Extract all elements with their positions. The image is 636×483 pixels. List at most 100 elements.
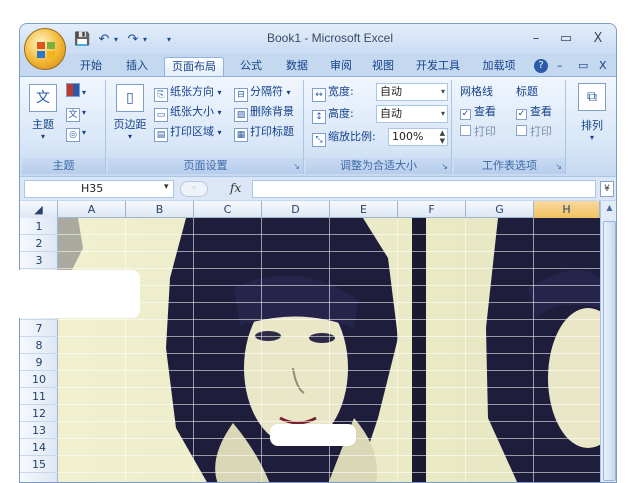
arrange-button[interactable]: ⧉ 排列 ▾ — [572, 83, 612, 142]
breaks-button[interactable]: ⊟ 分隔符 ▾ — [234, 83, 291, 102]
column-header-c[interactable]: C — [194, 201, 262, 218]
ribbon-tabs: 开始 插入 页面布局 公式 数据 审阅 视图 开发工具 加载项 ? – ▭ X — [20, 54, 616, 76]
row-header[interactable]: 15 — [20, 456, 58, 473]
row-header[interactable]: 2 — [20, 235, 58, 252]
tab-view[interactable]: 视图 — [364, 57, 402, 76]
width-select[interactable]: 自动 ▾ — [376, 83, 448, 101]
row-header[interactable]: 8 — [20, 337, 58, 354]
print-area-icon: ▤ — [154, 128, 168, 142]
themes-group: 文 主题 ▾ ▾ 文 ▾ ◎ ▾ 主题 — [22, 80, 106, 174]
undo-icon[interactable]: ↶ — [96, 32, 112, 48]
tab-home[interactable]: 开始 — [72, 57, 110, 76]
tab-data[interactable]: 数据 — [278, 57, 316, 76]
chevron-down-icon: ▾ — [40, 132, 45, 141]
undo-dropdown-icon[interactable]: ▾ — [114, 32, 118, 48]
themes-button[interactable]: 文 主题 ▾ — [28, 84, 58, 141]
row-header[interactable]: 13 — [20, 422, 58, 439]
vertical-scrollbar[interactable]: ▲ — [600, 201, 616, 482]
save-icon[interactable]: 💾 — [74, 32, 90, 48]
row-header[interactable]: 11 — [20, 388, 58, 405]
tab-formulas[interactable]: 公式 — [232, 57, 270, 76]
background-icon: ▨ — [234, 108, 248, 122]
margins-icon: ▯ — [116, 84, 144, 112]
height-icon: ↕ — [312, 110, 326, 124]
row-header[interactable]: 1 — [20, 218, 58, 235]
title-bar: 💾 ↶ ▾ ↷ ▾ ▾ Book1 - Microsoft Excel – ▭ … — [20, 24, 616, 54]
column-header-a[interactable]: A — [58, 201, 126, 218]
select-all-corner[interactable]: ◢ — [20, 201, 58, 218]
column-header-e[interactable]: E — [330, 201, 398, 218]
page-setup-group-label: 页面设置 — [108, 158, 303, 174]
background-button[interactable]: ▨ 删除背景 — [234, 103, 294, 122]
ribbon-restore-button[interactable]: ▭ — [578, 59, 588, 72]
column-header-d[interactable]: D — [262, 201, 330, 218]
page-setup-group: ▯ 页边距 ▾ ⎘ 纸张方向 ▾ ▭ 纸张大小 ▾ ▤ 打印区域 ▾ ⊟ 分隔符 ▾ ▨… — [108, 80, 304, 174]
column-header-b[interactable]: B — [126, 201, 194, 218]
help-icon[interactable]: ? — [534, 59, 548, 73]
scale-to-fit-launcher-icon[interactable]: ↘ — [441, 162, 448, 171]
scale-input[interactable]: 100% ▲ ▼ — [388, 128, 448, 146]
theme-effects-button[interactable]: ◎ ▾ — [66, 123, 86, 142]
close-button[interactable]: X — [588, 30, 608, 48]
office-button[interactable] — [24, 28, 66, 70]
gridlines-heading: 网格线 — [460, 85, 493, 98]
minimize-button[interactable]: – — [526, 30, 546, 48]
redo-icon[interactable]: ↷ — [125, 32, 141, 48]
tab-insert[interactable]: 插入 — [118, 57, 156, 76]
column-header-h[interactable]: H — [534, 201, 600, 218]
tab-review[interactable]: 审阅 — [322, 57, 360, 76]
row-header[interactable]: 3 — [20, 252, 58, 269]
tab-page-layout[interactable]: 页面布局 — [164, 57, 224, 76]
formula-input[interactable] — [252, 180, 596, 198]
name-box-dropdown-icon[interactable]: ▾ — [164, 182, 169, 192]
ribbon-close-button[interactable]: X — [599, 59, 607, 72]
ribbon-minimize-button[interactable]: – — [557, 59, 563, 72]
page-setup-launcher-icon[interactable]: ↘ — [293, 162, 300, 171]
row-header[interactable]: 12 — [20, 405, 58, 422]
gridlines-print-checkbox[interactable]: 打印 — [460, 123, 496, 141]
formula-bar: H35 ▾ ◦ fx ¥ — [20, 176, 616, 200]
fx-icon[interactable]: fx — [230, 181, 241, 195]
print-titles-icon: ▦ — [234, 128, 248, 142]
print-area-button[interactable]: ▤ 打印区域 ▾ — [154, 123, 222, 142]
headings-print-checkbox[interactable]: 打印 — [516, 123, 552, 141]
tab-add-ins[interactable]: 加载项 — [474, 57, 524, 76]
row-header[interactable]: 7 — [20, 320, 58, 337]
orientation-icon: ⎘ — [154, 88, 168, 102]
scroll-up-icon[interactable]: ▲ — [603, 203, 616, 217]
breaks-icon: ⊟ — [234, 88, 248, 102]
redo-dropdown-icon[interactable]: ▾ — [143, 32, 147, 48]
print-titles-button[interactable]: ▦ 打印标题 — [234, 123, 294, 142]
row-header[interactable]: 14 — [20, 439, 58, 456]
scale-icon: ⤡ — [312, 133, 326, 147]
scrollbar-thumb[interactable] — [603, 221, 616, 481]
chevron-down-icon: ▾ — [127, 132, 132, 141]
checkbox-unchecked-icon — [516, 125, 527, 136]
tab-developer[interactable]: 开发工具 — [408, 57, 468, 76]
name-box[interactable]: H35 — [24, 180, 174, 198]
orientation-button[interactable]: ⎘ 纸张方向 ▾ — [154, 83, 222, 102]
spinner-icon: ▲ ▼ — [439, 129, 445, 145]
height-select[interactable]: 自动 ▾ — [376, 105, 448, 123]
customize-quick-access-icon[interactable]: ▾ — [167, 32, 171, 48]
themes-group-label: 主题 — [22, 158, 105, 174]
maximize-button[interactable]: ▭ — [556, 30, 576, 48]
row-header[interactable]: 9 — [20, 354, 58, 371]
headings-view-checkbox[interactable]: ✓ 查看 — [516, 103, 552, 121]
row-header[interactable]: 10 — [20, 371, 58, 388]
theme-colors-button[interactable]: ▾ — [66, 83, 86, 101]
window-title: Book1 - Microsoft Excel — [266, 31, 394, 45]
theme-fonts-button[interactable]: 文 ▾ — [66, 103, 86, 122]
formula-bar-expand-icon[interactable]: ◦ — [180, 181, 208, 197]
formula-bar-collapse-icon[interactable]: ¥ — [600, 181, 614, 197]
gridlines-view-checkbox[interactable]: ✓ 查看 — [460, 103, 496, 121]
width-label: ↔ 宽度: — [312, 83, 354, 102]
column-header-g[interactable]: G — [466, 201, 534, 218]
sheet-options-launcher-icon[interactable]: ↘ — [555, 162, 562, 171]
margins-label: 页边距 — [113, 118, 147, 131]
scale-label: ⤡ 缩放比例: — [312, 128, 376, 147]
margins-button[interactable]: ▯ 页边距 ▾ — [112, 84, 148, 141]
width-icon: ↔ — [312, 88, 326, 102]
size-button[interactable]: ▭ 纸张大小 ▾ — [154, 103, 222, 122]
column-header-f[interactable]: F — [398, 201, 466, 218]
